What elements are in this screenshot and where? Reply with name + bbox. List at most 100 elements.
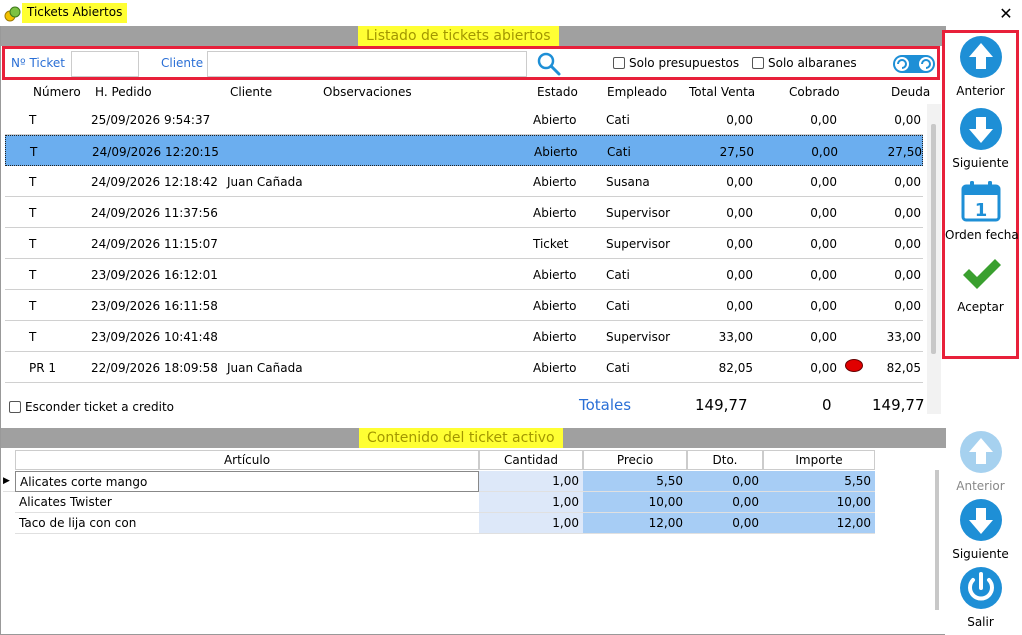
next-label: Siguiente (952, 156, 1009, 170)
ticket-order-time: 23/09/2026 10:41:48 (91, 330, 218, 344)
totals-label: Totales (579, 396, 632, 414)
col-article[interactable]: Artículo (15, 450, 479, 470)
item-row[interactable]: Taco de lija con con 1,00 12,00 0,00 12,00 (3, 513, 875, 534)
item-article[interactable]: Alicates corte mango (15, 471, 479, 492)
col-quantity[interactable]: Cantidad (479, 450, 583, 470)
client-input[interactable] (207, 51, 527, 77)
only-delivery-label: Solo albaranes (768, 56, 857, 70)
checkbox-box[interactable] (752, 57, 764, 69)
only-delivery-checkbox[interactable]: Solo albaranes (752, 56, 857, 70)
ticket-state: Abierto (533, 268, 577, 282)
items-previous-label: Anterior (956, 479, 1005, 493)
table-row[interactable]: T 24/09/2026 12:18:42 Juan Cañada Abierto Su… (5, 166, 923, 197)
ticket-state: Abierto (533, 361, 577, 375)
ticket-total-sales: 0,00 (726, 268, 753, 282)
col-debt[interactable]: Deuda (891, 85, 930, 99)
items-scrollbar[interactable] (933, 460, 943, 630)
col-total-sales[interactable]: Total Venta (689, 85, 755, 99)
ticket-number-input[interactable] (71, 51, 139, 77)
table-row[interactable]: T 24/09/2026 11:37:56 Abierto Supervisor 0,0… (5, 197, 923, 228)
item-row[interactable]: Alicates corte mango 1,00 5,50 0,00 5,50 ▶ (3, 471, 875, 492)
table-row[interactable]: T 23/09/2026 16:12:01 Abierto Cati 0,00 0,00 0… (5, 259, 923, 290)
tickets-table-body: T 25/09/2026 9:54:37 Abierto Cati 0,00 0,00 0,… (5, 104, 927, 414)
col-state[interactable]: Estado (537, 85, 578, 99)
ticket-employee: Cati (606, 113, 630, 127)
items-next-button[interactable]: Siguiente (945, 498, 1016, 561)
item-discount: 0,00 (687, 492, 763, 513)
ticket-state: Abierto (533, 330, 577, 344)
status-dot-icon (845, 359, 863, 372)
col-discount[interactable]: Dto. (687, 450, 763, 470)
items-next-label: Siguiente (952, 547, 1009, 561)
col-order-time[interactable]: H. Pedido (95, 85, 152, 99)
ticket-number: T (29, 330, 37, 344)
item-amount: 5,50 (763, 471, 875, 492)
scroll-thumb[interactable] (931, 124, 936, 354)
ticket-order-time: 24/09/2026 12:20:15 (92, 145, 219, 159)
table-row[interactable]: T 23/09/2026 10:41:48 Abierto Supervisor 33,… (5, 321, 923, 352)
ticket-paid: 0,00 (811, 145, 838, 159)
list-section-title: Listado de tickets abiertos (358, 26, 559, 46)
accept-button[interactable]: Aceptar (945, 251, 1016, 314)
hide-credit-checkbox[interactable]: Esconder ticket a credito (9, 400, 174, 414)
search-icon[interactable] (535, 51, 563, 77)
tickets-scrollbar[interactable] (927, 104, 941, 414)
ticket-order-time: 24/09/2026 12:18:42 (91, 175, 218, 189)
power-icon (959, 567, 1002, 609)
ticket-employee: Cati (606, 361, 630, 375)
ticket-state: Abierto (533, 299, 577, 313)
ticket-employee: Supervisor (606, 206, 671, 220)
order-date-button[interactable]: 1 Orden fecha (945, 179, 1019, 242)
calendar-icon: 1 (961, 181, 1000, 222)
ticket-number: T (29, 268, 37, 282)
item-article[interactable]: Taco de lija con con (15, 513, 479, 534)
ticket-debt: 0,00 (894, 299, 921, 313)
ticket-total-sales: 0,00 (726, 113, 753, 127)
previous-label: Anterior (956, 84, 1005, 98)
table-row[interactable]: PR 1 22/09/2026 18:09:58 Juan Cañada Abiert… (5, 352, 923, 383)
ticket-order-time: 24/09/2026 11:37:56 (91, 206, 218, 220)
refresh-toggle-icon[interactable] (891, 54, 937, 74)
ticket-paid: 0,00 (810, 299, 837, 313)
scroll-thumb[interactable] (935, 470, 939, 610)
ticket-paid: 0,00 (810, 361, 837, 375)
ticket-debt: 33,00 (886, 330, 921, 344)
only-budgets-label: Solo presupuestos (629, 56, 740, 70)
col-amount[interactable]: Importe (763, 450, 875, 470)
total-sales-value: 149,77 (695, 396, 748, 414)
table-row[interactable]: T 23/09/2026 16:11:58 Abierto Cati 0,00 0,00 0… (5, 290, 923, 321)
ticket-total-sales: 0,00 (726, 175, 753, 189)
checkbox-box[interactable] (613, 57, 625, 69)
only-budgets-checkbox[interactable]: Solo presupuestos (613, 56, 739, 70)
col-price[interactable]: Precio (583, 450, 687, 470)
close-icon[interactable]: ✕ (996, 4, 1016, 24)
item-price: 12,00 (583, 513, 687, 534)
col-employee[interactable]: Empleado (607, 85, 667, 99)
table-row[interactable]: T 24/09/2026 11:15:07 Ticket Supervisor 0,00… (5, 228, 923, 259)
col-client[interactable]: Cliente (230, 85, 272, 99)
ticket-employee: Supervisor (606, 330, 671, 344)
item-article[interactable]: Alicates Twister (15, 492, 479, 513)
filter-bar: Nº Ticket Cliente Solo presupuestos Solo… (2, 46, 940, 80)
total-debt-value: 149,77 (872, 396, 925, 414)
ticket-client: Juan Cañada (227, 361, 303, 375)
items-table: Artículo Cantidad Precio Dto. Importe Al… (3, 450, 939, 630)
table-row[interactable]: T 24/09/2026 12:20:15 Abierto Cati 27,50 0,00… (5, 135, 923, 166)
col-number[interactable]: Número (33, 85, 81, 99)
item-price: 5,50 (583, 471, 687, 492)
item-quantity: 1,00 (479, 471, 583, 492)
order-date-label: Orden fecha (945, 228, 1019, 242)
ticket-state: Abierto (534, 145, 578, 159)
table-row[interactable]: T 25/09/2026 9:54:37 Abierto Cati 0,00 0,00 0,… (5, 104, 923, 135)
col-observations[interactable]: Observaciones (323, 85, 412, 99)
item-row[interactable]: Alicates Twister 1,00 10,00 0,00 10,00 (3, 492, 875, 513)
previous-button[interactable]: Anterior (945, 35, 1016, 98)
main-area: Listado de tickets abiertos Nº Ticket Cl… (0, 26, 946, 635)
next-button[interactable]: Siguiente (945, 107, 1016, 170)
exit-button[interactable]: Salir (945, 566, 1016, 629)
checkbox-box[interactable] (9, 401, 21, 413)
col-paid[interactable]: Cobrado (789, 85, 840, 99)
content-header-band: Contenido del ticket activo (1, 428, 946, 448)
ticket-paid: 0,00 (810, 175, 837, 189)
items-previous-button[interactable]: Anterior (945, 430, 1016, 493)
